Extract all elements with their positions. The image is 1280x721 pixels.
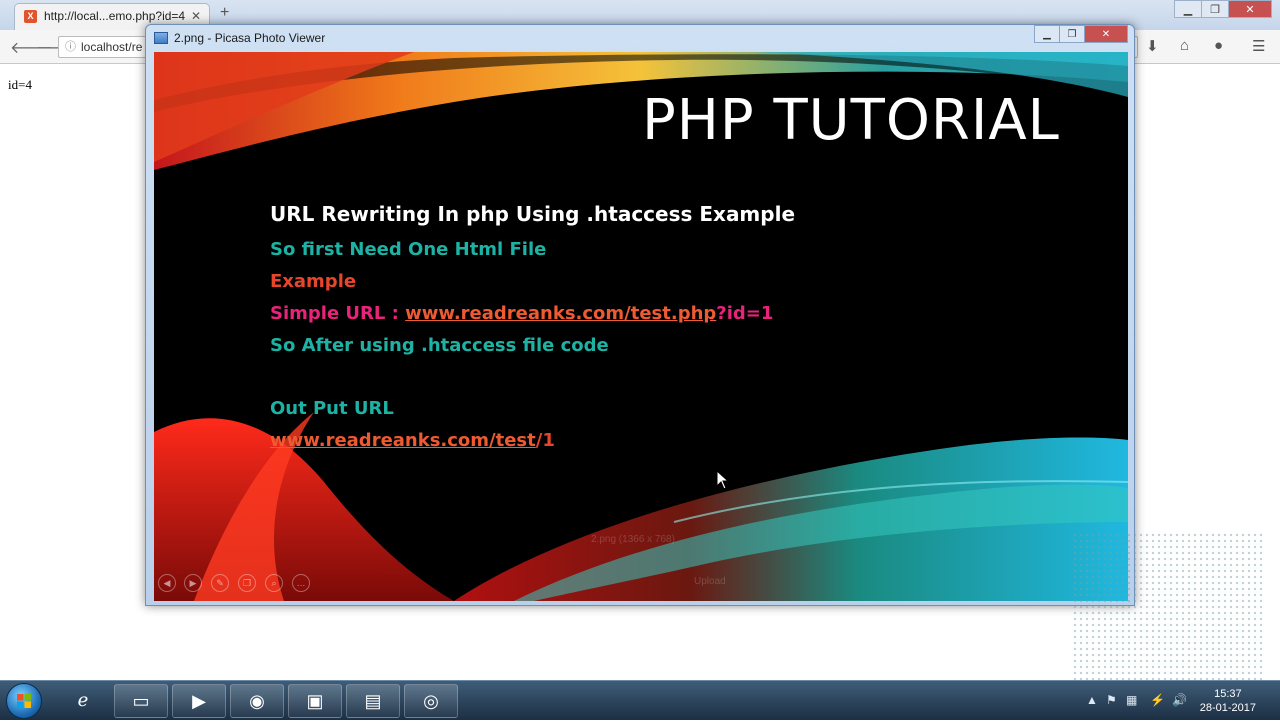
slide-line-after-htaccess: So After using .htaccess file code xyxy=(270,335,609,356)
slide-title-line: URL Rewriting In php Using .htaccess Exa… xyxy=(270,202,796,226)
simple-url-label: Simple URL : xyxy=(270,303,406,324)
maximize-button[interactable]: ❐ xyxy=(1201,0,1229,18)
screen-recorder-icon[interactable]: ◎ xyxy=(404,684,458,718)
volume-icon[interactable]: 🔊 xyxy=(1172,693,1187,707)
slide-line-output-link: www.readreanks.com/test/1 xyxy=(270,430,555,451)
media-player-icon[interactable]: ▶ xyxy=(172,684,226,718)
upload-button[interactable]: Upload xyxy=(694,576,726,587)
file-explorer-icon[interactable]: ▭ xyxy=(114,684,168,718)
windows-logo-icon xyxy=(17,694,31,708)
picasa-window-controls: ▁ ❐ ✕ xyxy=(1034,25,1128,43)
firefox-icon[interactable]: ◉ xyxy=(230,684,284,718)
zoom-icon[interactable]: ⌕ xyxy=(265,574,283,592)
picasa-app-icon xyxy=(154,32,168,44)
slide-heading: PHP TUTORIAL xyxy=(642,88,1060,153)
close-button[interactable]: ✕ xyxy=(1228,0,1272,18)
hamburger-menu-icon[interactable]: ☰ xyxy=(1252,37,1265,55)
start-button[interactable] xyxy=(6,683,42,719)
picasa-minimize-button[interactable]: ▁ xyxy=(1034,25,1060,43)
clock-date: 28-01-2017 xyxy=(1199,702,1256,714)
slide-line-simple-url: Simple URL : www.readreanks.com/test.php… xyxy=(270,303,773,324)
chat-icon[interactable]: ● xyxy=(1214,37,1223,54)
copy-icon[interactable]: ❐ xyxy=(238,574,256,592)
picasa-photo-viewer-icon[interactable]: ▣ xyxy=(288,684,342,718)
browser-window-controls: ▁ ❐ ✕ xyxy=(1174,0,1272,18)
xampp-favicon-icon: X xyxy=(24,10,37,23)
network-icon[interactable]: ▦ xyxy=(1126,693,1137,707)
clock-time: 15:37 xyxy=(1214,688,1242,700)
image-info-text: 2.png (1366 x 768) xyxy=(591,534,675,545)
picasa-window: 2.png - Picasa Photo Viewer ▁ ❐ ✕ PHP TU… xyxy=(145,24,1135,606)
play-icon[interactable]: ▶ xyxy=(184,574,202,592)
picasa-maximize-button[interactable]: ❐ xyxy=(1059,25,1085,43)
slide-image: PHP TUTORIAL URL Rewriting In php Using … xyxy=(154,52,1128,601)
show-hidden-icons-icon[interactable]: ▲ xyxy=(1086,693,1098,707)
page-info-icon[interactable]: ⓘ xyxy=(65,37,76,57)
spreadsheet-app-icon[interactable]: ▤ xyxy=(346,684,400,718)
previous-icon[interactable]: ◀ xyxy=(158,574,176,592)
output-url-link: www.readreanks.com/test xyxy=(270,430,536,451)
edit-icon[interactable]: ✎ xyxy=(211,574,229,592)
system-tray: ▲ ⚑ ▦ ⚡ 🔊 15:37 28-01-2017 xyxy=(1080,681,1280,721)
picasa-viewer-toolbar: ◀ ▶ ✎ ❐ ⌕ … 2.png (1366 x 768) Upload xyxy=(154,534,1128,597)
page-body-text: id=4 xyxy=(8,77,32,92)
slide-line-example: Example xyxy=(270,271,357,292)
minimize-button[interactable]: ▁ xyxy=(1174,0,1202,18)
windows-taskbar: ℯ ▭ ▶ ◉ ▣ ▤ ◎ ▲ ⚑ ▦ ⚡ 🔊 15:37 28-01-2017 xyxy=(0,680,1280,720)
download-icon[interactable]: ⬇ xyxy=(1146,37,1159,55)
simple-url-suffix: ?id=1 xyxy=(716,303,774,324)
picasa-close-button[interactable]: ✕ xyxy=(1084,25,1128,43)
internet-explorer-icon[interactable]: ℯ xyxy=(56,684,110,718)
mouse-cursor-icon xyxy=(716,470,730,490)
slide-line-html-file: So first Need One Html File xyxy=(270,239,547,260)
action-center-flag-icon[interactable]: ⚑ xyxy=(1106,693,1117,707)
picasa-window-title: 2.png - Picasa Photo Viewer xyxy=(174,31,326,45)
new-tab-button[interactable]: + xyxy=(220,4,229,22)
taskbar-clock[interactable]: 15:37 28-01-2017 xyxy=(1200,687,1256,715)
more-icon[interactable]: … xyxy=(292,574,310,592)
power-icon[interactable]: ⚡ xyxy=(1150,693,1165,707)
home-icon[interactable]: ⌂ xyxy=(1180,37,1189,54)
simple-url-link: www.readreanks.com/test.php xyxy=(405,303,717,324)
output-url-suffix: /1 xyxy=(535,430,555,451)
address-text: localhost/re xyxy=(81,40,143,54)
slide-line-output-url: Out Put URL xyxy=(270,398,394,419)
